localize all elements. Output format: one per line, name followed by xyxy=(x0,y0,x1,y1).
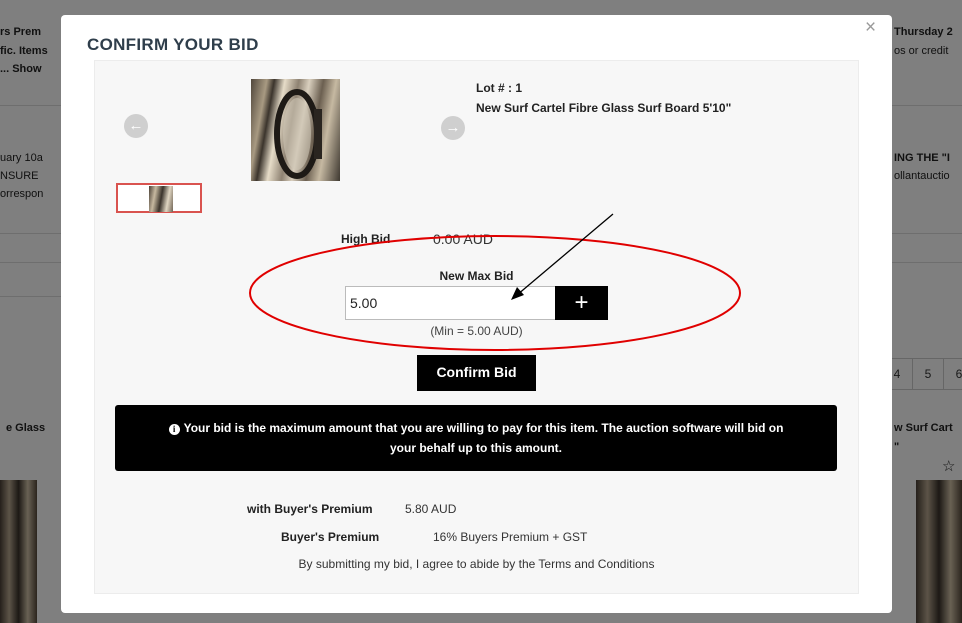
terms-text: By submitting my bid, I agree to abide b… xyxy=(298,557,655,571)
bid-panel: ← → Lot # : 1 New Surf Cartel Fibre Glas… xyxy=(94,60,859,594)
premium-value: 16% Buyers Premium + GST xyxy=(433,530,588,544)
new-max-bid-label: New Max Bid xyxy=(439,269,514,283)
close-icon[interactable]: × xyxy=(865,18,881,37)
premium-label: Buyer's Premium xyxy=(281,530,380,544)
high-bid-label: High Bid xyxy=(341,232,391,246)
confirm-bid-modal: CONFIRM YOUR BID × ← → Lot # : 1 New Sur… xyxy=(61,15,892,613)
min-bid-text: (Min = 5.00 AUD) xyxy=(430,324,523,338)
increase-bid-button[interactable]: + xyxy=(555,286,608,320)
confirm-bid-button[interactable]: Confirm Bid xyxy=(417,355,536,391)
lot-number: Lot # : 1 xyxy=(476,81,523,95)
max-bid-input[interactable] xyxy=(345,286,556,320)
next-image-button[interactable]: → xyxy=(441,116,465,140)
info-text: Your bid is the maximum amount that you … xyxy=(183,421,784,455)
info-icon: i xyxy=(168,424,180,435)
prev-image-button[interactable]: ← xyxy=(124,114,148,138)
high-bid-value: 0.00 AUD xyxy=(433,231,493,247)
with-premium-label: with Buyer's Premium xyxy=(247,502,373,516)
info-banner: i Your bid is the maximum amount that you… xyxy=(115,405,837,471)
lot-main-image[interactable] xyxy=(251,79,340,181)
lot-title: New Surf Cartel Fibre Glass Surf Board 5… xyxy=(476,101,732,115)
lot-thumbnail[interactable] xyxy=(116,183,202,213)
modal-title: CONFIRM YOUR BID xyxy=(87,35,259,54)
surfboard-graphic xyxy=(274,89,322,179)
with-premium-value: 5.80 AUD xyxy=(405,502,457,516)
